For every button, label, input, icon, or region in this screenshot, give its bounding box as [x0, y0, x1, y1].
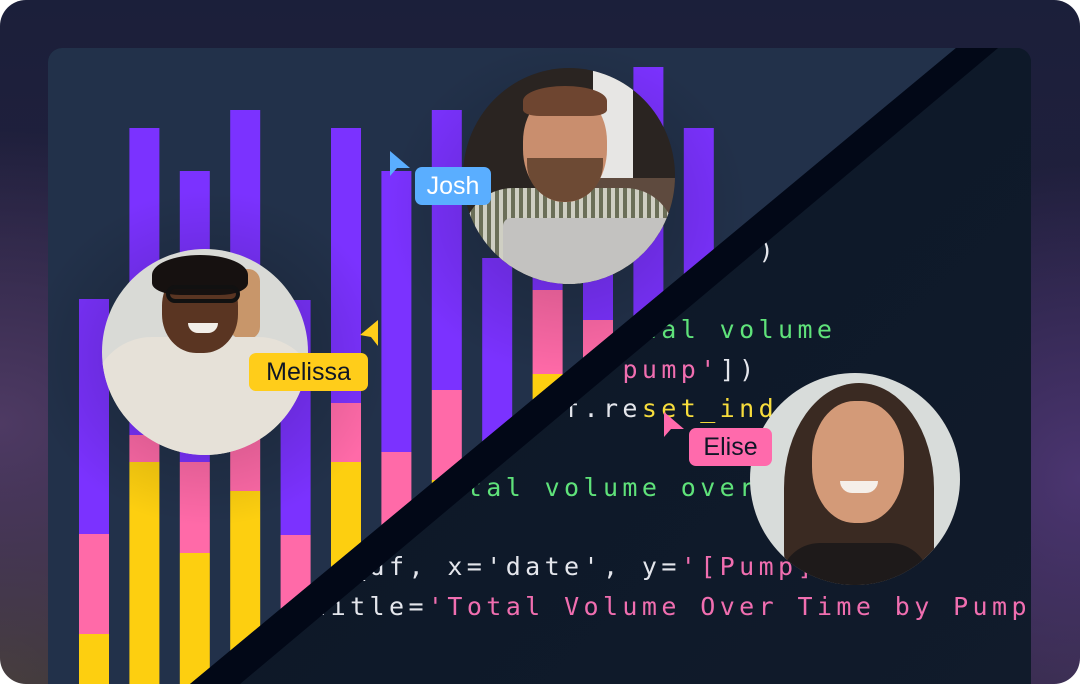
bar-segment-yellow-1 — [79, 634, 109, 684]
avatar-hair — [523, 86, 607, 116]
bar-segment-purple-8 — [431, 110, 462, 390]
glasses — [166, 285, 240, 303]
bar-segment-pink-1 — [79, 534, 109, 634]
code-token-str: 'Total Volume Over Time by Pump' — [427, 592, 1031, 621]
bar-segment-yellow-2 — [129, 462, 160, 684]
avatar-elise — [750, 373, 960, 585]
avatar-josh — [463, 68, 675, 284]
collaborator-label-melissa: Melissa — [249, 353, 368, 391]
avatar-face — [812, 401, 904, 523]
avatar-melissa — [102, 249, 308, 455]
bar-segment-pink-6 — [331, 403, 361, 462]
cursor-melissa-icon — [360, 320, 378, 346]
smile — [840, 481, 878, 493]
collaborator-label-josh: Josh — [415, 167, 491, 205]
avatar-body — [780, 543, 930, 585]
bar-segment-yellow-3 — [179, 553, 210, 684]
cursor-elise-icon — [664, 412, 684, 437]
collaborator-label-elise: Elise — [689, 428, 772, 466]
bar-segment-pink-10 — [532, 290, 563, 374]
promo-frame: date_pump_volume_df = df[['date', 'pump'… — [0, 0, 1080, 684]
code-token-txt: ]) — [719, 355, 759, 384]
cursor-josh-icon — [390, 151, 410, 176]
bar-segment-pink-3 — [179, 462, 210, 553]
bar-segment-purple-7 — [381, 171, 412, 452]
laptop — [503, 218, 673, 284]
